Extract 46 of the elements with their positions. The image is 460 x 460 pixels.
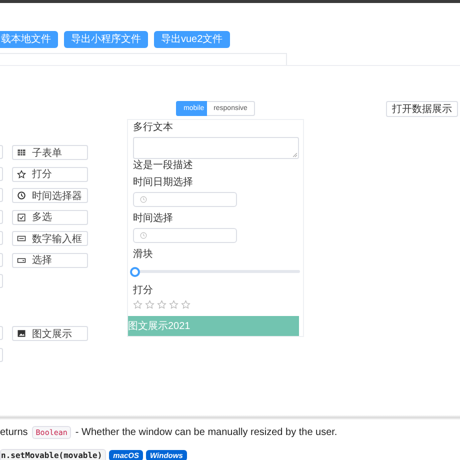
- component-button[interactable]: [0, 166, 3, 180]
- image-text-icon: [17, 329, 26, 338]
- data-view-button[interactable]: 打开数据展示: [386, 101, 458, 117]
- checkbox-icon: [17, 212, 26, 222]
- component-button[interactable]: [0, 188, 3, 202]
- doc-text: eturns: [0, 426, 28, 438]
- select-icon: [17, 256, 26, 264]
- component-button[interactable]: 时间选择器: [12, 188, 88, 203]
- time-field[interactable]: [133, 228, 237, 244]
- component-button[interactable]: [0, 348, 3, 362]
- component-button[interactable]: 打分: [12, 166, 88, 182]
- resize-grip-icon[interactable]: [293, 152, 297, 157]
- star-icon[interactable]: [145, 300, 154, 310]
- component-button[interactable]: 子表单: [12, 145, 88, 160]
- component-button[interactable]: [0, 145, 3, 159]
- component-button[interactable]: [0, 210, 3, 224]
- component-button[interactable]: [0, 252, 3, 266]
- description-text: 这是一段描述: [133, 160, 194, 172]
- component-button[interactable]: 选择: [12, 252, 88, 268]
- field-label: 多行文本: [133, 122, 174, 134]
- component-button[interactable]: [0, 274, 3, 288]
- subform-icon: [17, 148, 26, 157]
- field-label: 打分: [133, 284, 154, 297]
- method-code: n.setMovable(movable): [0, 448, 106, 460]
- star-icon[interactable]: [181, 300, 190, 310]
- field-label: 时间日期选择: [133, 176, 194, 189]
- star-icon[interactable]: [133, 300, 142, 310]
- star-icon[interactable]: [169, 300, 178, 310]
- rate-icon: [17, 170, 26, 178]
- component-button[interactable]: 数字输入框: [12, 231, 88, 246]
- component-button[interactable]: [0, 231, 3, 245]
- clock-icon: [140, 232, 147, 239]
- clock-icon: [140, 196, 147, 203]
- image-text-banner: 图文展示2021: [128, 316, 299, 336]
- slider-thumb[interactable]: [130, 267, 140, 278]
- time-icon: [17, 191, 26, 200]
- field-label: 时间选择: [133, 212, 174, 225]
- datetime-field[interactable]: [133, 192, 237, 207]
- field-label: 滑块: [133, 249, 154, 262]
- doc-text: - Whether the window can be manually resized by the user.: [75, 426, 338, 438]
- component-button[interactable]: [0, 326, 3, 340]
- number-icon: [17, 234, 26, 243]
- component-button[interactable]: 多选: [12, 210, 88, 224]
- component-button[interactable]: 图文展示: [12, 326, 88, 341]
- star-icon[interactable]: [157, 300, 166, 310]
- textarea-field[interactable]: [133, 137, 299, 159]
